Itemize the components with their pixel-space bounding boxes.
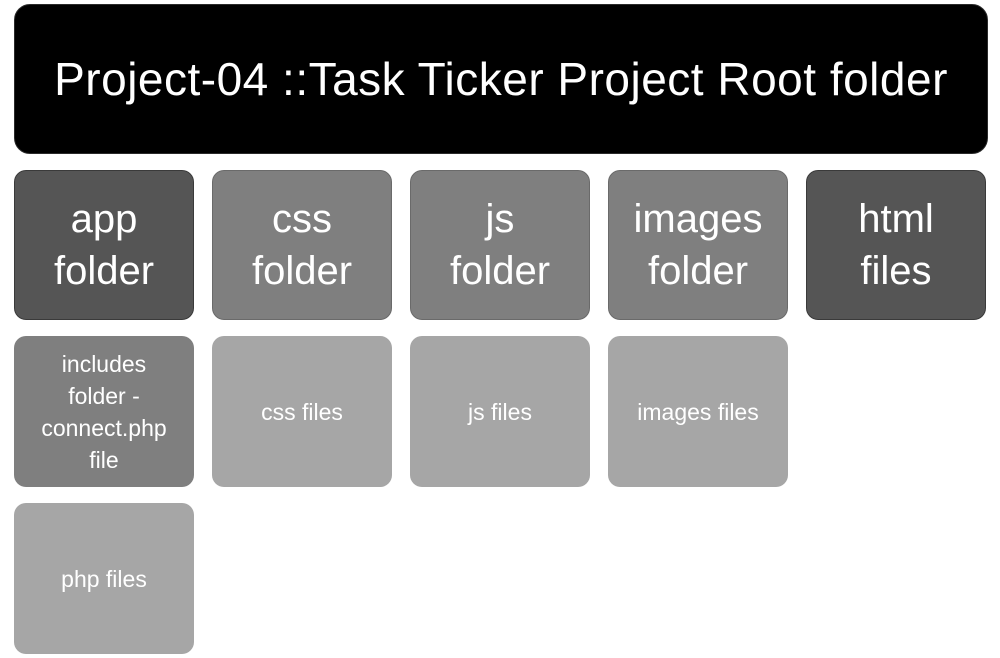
images-files-box: images files (608, 336, 788, 487)
images-files-label: images files (637, 398, 759, 425)
js-folder-label: js folder (449, 197, 551, 293)
root-folder-box: Project-04 ::Task Ticker Project Root fo… (14, 4, 988, 154)
css-files-label: css files (261, 398, 343, 425)
js-files-label: js files (468, 398, 532, 425)
html-files-label: html files (858, 197, 934, 293)
app-folder-box: app folder (14, 170, 194, 320)
html-files-box: html files (806, 170, 986, 320)
css-files-box: css files (212, 336, 392, 487)
js-files-box: js files (410, 336, 590, 487)
images-folder-box: images folder (608, 170, 788, 320)
root-folder-label: Project-04 ::Task Ticker Project Root fo… (54, 53, 948, 105)
js-folder-box: js folder (410, 170, 590, 320)
css-folder-label: css folder (251, 197, 353, 293)
includes-folder-label: includes folder - connect.php file (41, 350, 167, 473)
php-files-label: php files (61, 565, 147, 592)
php-files-box: php files (14, 503, 194, 654)
includes-folder-box: includes folder - connect.php file (14, 336, 194, 487)
css-folder-box: css folder (212, 170, 392, 320)
app-folder-label: app folder (53, 197, 155, 293)
images-folder-label: images folder (633, 197, 763, 293)
